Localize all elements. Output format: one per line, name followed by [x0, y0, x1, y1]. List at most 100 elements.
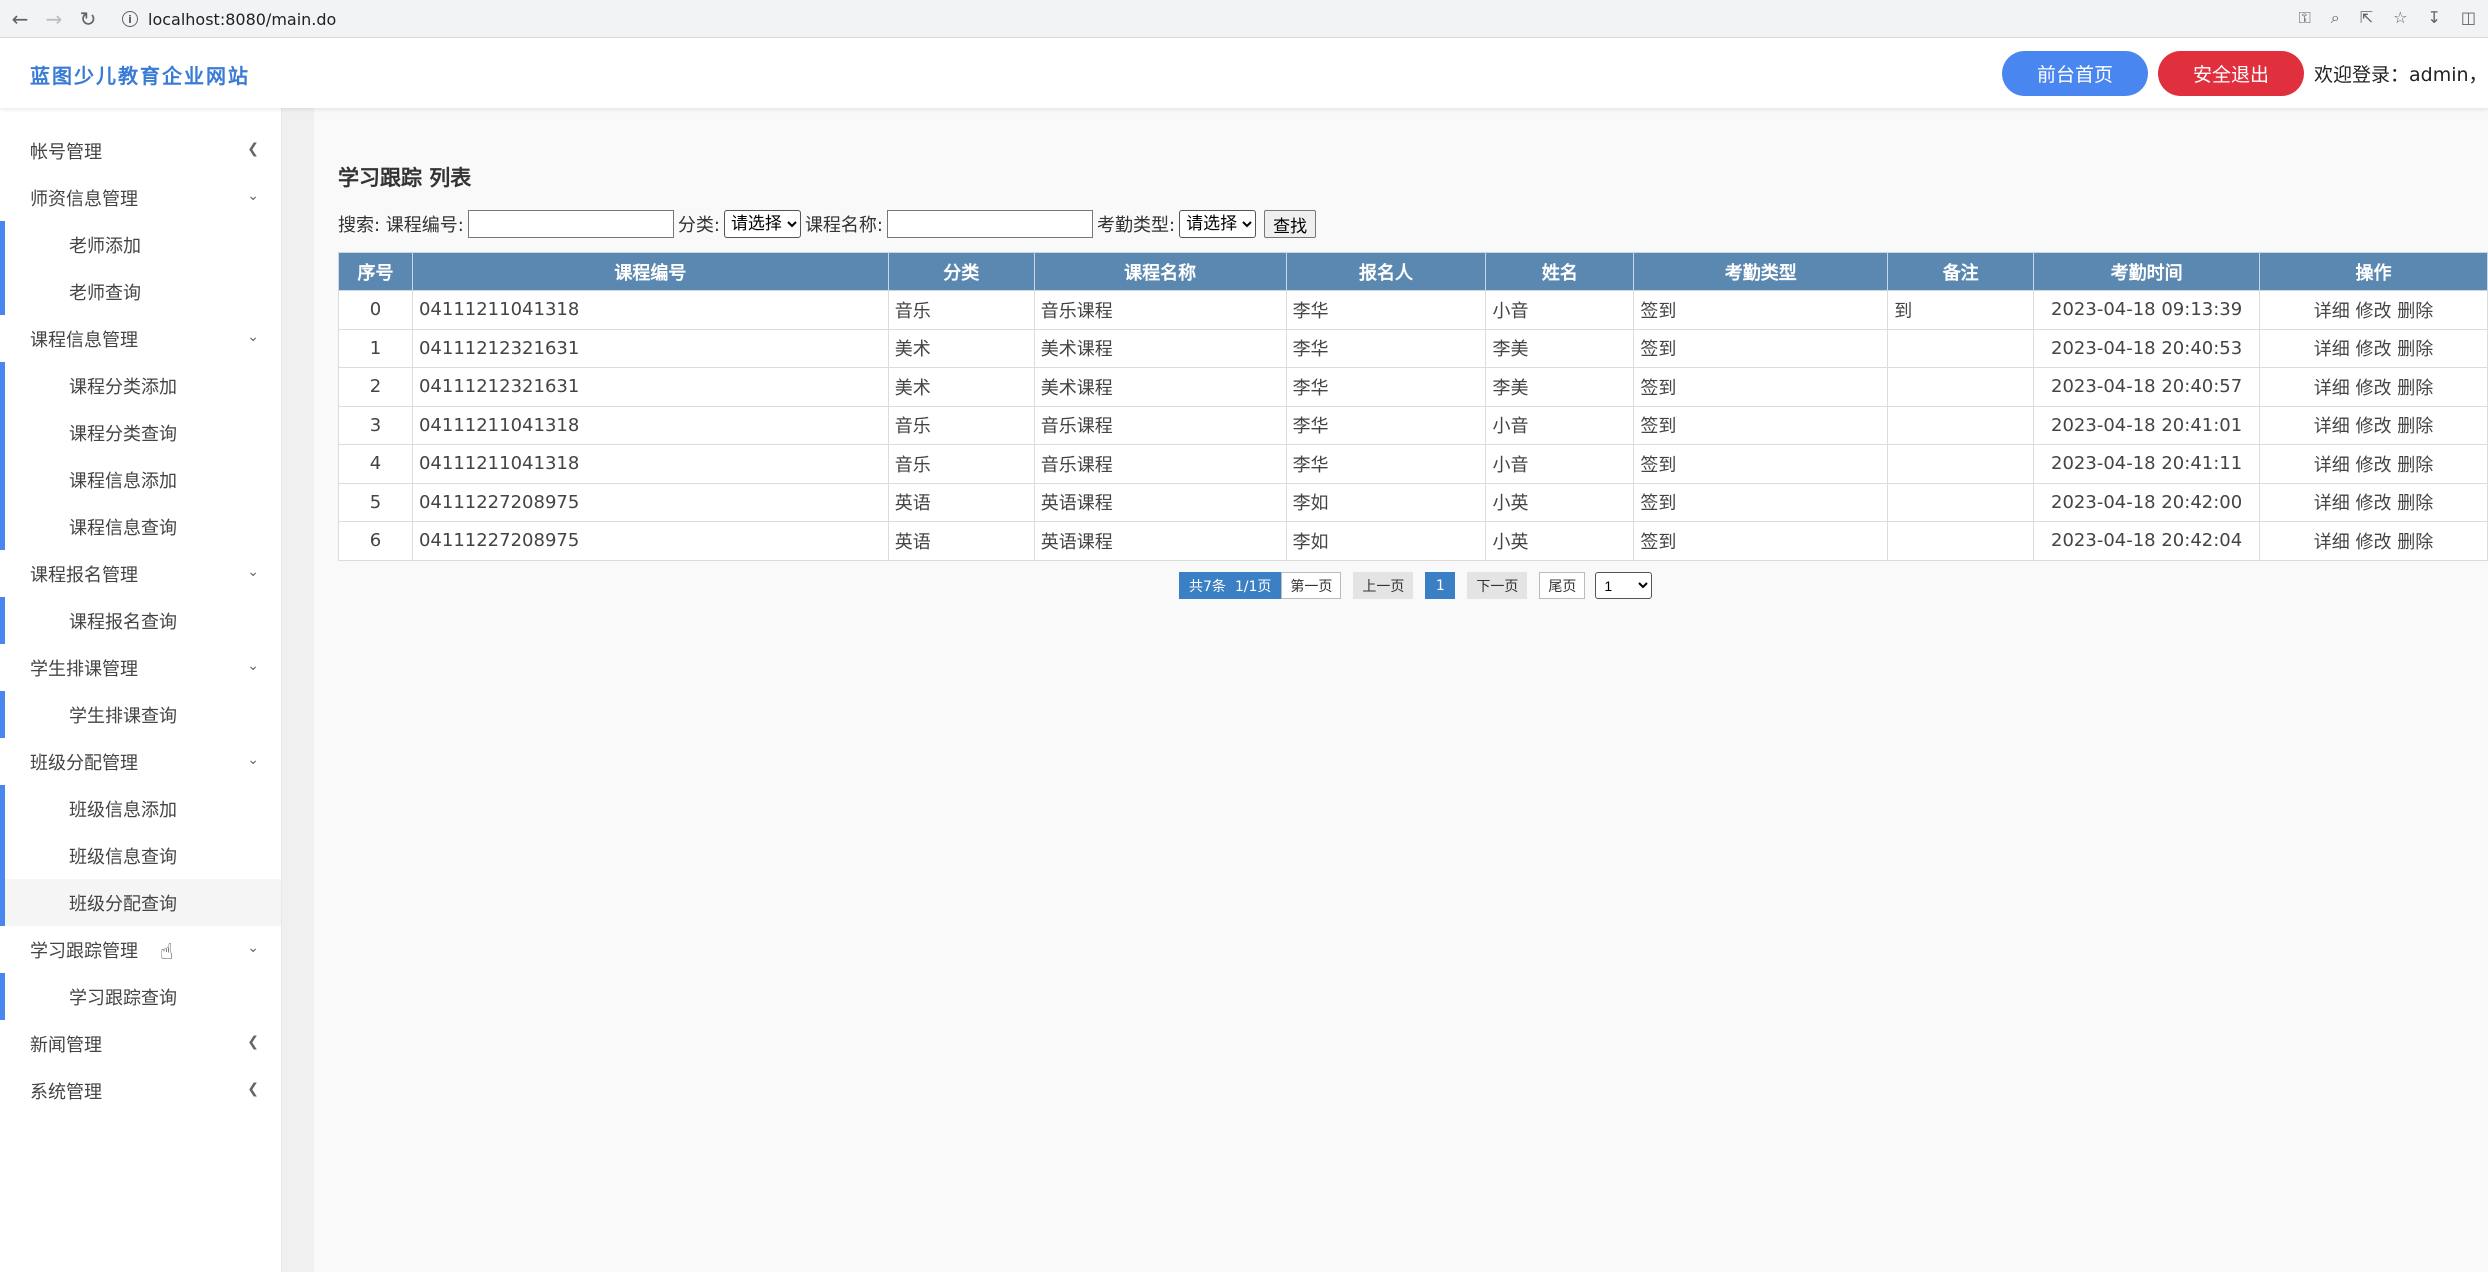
- row-actions[interactable]: 详细 修改 删除: [2259, 328, 2488, 368]
- sidebar-item-schedule[interactable]: 学生排课管理 ⌄: [0, 644, 281, 691]
- chevron-down-icon: ⌄: [247, 940, 259, 956]
- sidebar-item-label: 学习跟踪查询: [69, 987, 177, 1009]
- site-header: 蓝图少儿教育企业网站 前台首页 安全退出 欢迎登录：admin，管: [0, 38, 2488, 108]
- url-text: localhost:8080/main.do: [148, 9, 337, 29]
- sidebar-subitem-course-cat-add[interactable]: 课程分类添加: [0, 362, 281, 409]
- sidebar-item-label: 课程报名管理: [30, 564, 138, 586]
- cell-remark: 到: [1887, 290, 2035, 330]
- course-name-input[interactable]: [887, 210, 1094, 238]
- search-code-label: 搜索: 课程编号:: [338, 215, 464, 236]
- pagination: 共7条 1/1页 第一页 上一页 1 下一页 尾页 1: [1179, 572, 1653, 599]
- sidebar-item-news[interactable]: 新闻管理 ❮: [0, 1020, 281, 1067]
- sidebar-subitem-teacher-query[interactable]: 老师查询: [0, 268, 281, 315]
- address-bar[interactable]: i localhost:8080/main.do: [108, 4, 2420, 34]
- cell-time: 2023-04-18 09:13:39: [2033, 290, 2261, 330]
- row-actions[interactable]: 详细 修改 删除: [2259, 521, 2488, 561]
- site-info-icon[interactable]: i: [122, 11, 138, 27]
- cell-remark: [1887, 521, 2035, 561]
- col-category: 分类: [887, 252, 1035, 291]
- pager-page-select[interactable]: 1: [1595, 572, 1653, 599]
- table-row: 2 04111212321631 美术 美术课程 李华 李美 签到 2023-0…: [338, 367, 2488, 407]
- cell-code: 04111212321631: [411, 367, 889, 407]
- course-code-input[interactable]: [467, 210, 674, 238]
- pager-current-page[interactable]: 1: [1425, 572, 1456, 599]
- row-actions[interactable]: 详细 修改 删除: [2259, 290, 2488, 330]
- cell-name: 李美: [1485, 367, 1635, 407]
- cell-code: 04111212321631: [411, 328, 889, 368]
- table-row: 6 04111227208975 英语 英语课程 李如 小英 签到 2023-0…: [338, 521, 2488, 561]
- sidebar-subitem-course-cat-query[interactable]: 课程分类查询: [0, 409, 281, 456]
- site-title: 蓝图少儿教育企业网站: [30, 64, 250, 88]
- sidebar-item-signup[interactable]: 课程报名管理 ⌄: [0, 550, 281, 597]
- sidebar-subitem-teacher-add[interactable]: 老师添加: [0, 221, 281, 268]
- row-actions[interactable]: 详细 修改 删除: [2259, 367, 2488, 407]
- cell-applicant: 李如: [1285, 521, 1487, 561]
- download-icon[interactable]: ↧: [2427, 8, 2440, 28]
- sidebar-item-label: 师资信息管理: [30, 188, 138, 210]
- col-code: 课程编号: [411, 252, 889, 291]
- cell-time: 2023-04-18 20:41:11: [2033, 444, 2261, 484]
- forward-icon[interactable]: →: [40, 5, 68, 33]
- zoom-icon[interactable]: ⌕: [2331, 8, 2340, 28]
- cell-category: 音乐: [887, 290, 1035, 330]
- cell-category: 美术: [887, 367, 1035, 407]
- cell-no: 1: [338, 328, 413, 368]
- pager-total: 共7条 1/1页: [1179, 572, 1282, 599]
- attendance-select[interactable]: 请选择: [1179, 210, 1257, 238]
- pager-first-button[interactable]: 第一页: [1281, 572, 1342, 599]
- sidebar-item-label: 班级信息添加: [69, 799, 177, 821]
- sidebar-item-system[interactable]: 系统管理 ❮: [0, 1067, 281, 1114]
- sidepanel-icon[interactable]: ◫: [2461, 8, 2476, 28]
- category-select[interactable]: 请选择: [723, 210, 801, 238]
- sidebar-item-label: 课程信息添加: [69, 470, 177, 492]
- cell-course-name: 音乐课程: [1033, 405, 1287, 445]
- sidebar-item-label: 课程信息管理: [30, 329, 138, 351]
- reload-icon[interactable]: ↻: [74, 5, 102, 33]
- logout-button[interactable]: 安全退出: [2158, 51, 2304, 96]
- pager-total-text: 共7条: [1189, 578, 1226, 595]
- sidebar-item-label: 学习跟踪管理: [30, 940, 138, 962]
- row-actions[interactable]: 详细 修改 删除: [2259, 482, 2488, 522]
- sidebar-item-label: 班级分配查询: [69, 893, 177, 915]
- pager-page-info: 1/1页: [1234, 578, 1272, 595]
- pager-last-button[interactable]: 尾页: [1539, 572, 1586, 599]
- sidebar-item-label: 老师添加: [69, 235, 141, 257]
- pager-next-button[interactable]: 下一页: [1467, 572, 1528, 599]
- cell-attendance: 签到: [1633, 405, 1889, 445]
- sidebar-item-class[interactable]: 班级分配管理 ⌄: [0, 738, 281, 785]
- tracking-table: 序号 课程编号 分类 课程名称 报名人 姓名 考勤类型 备注 考勤时间 操作 0…: [338, 252, 2488, 561]
- chevron-down-icon: ⌄: [247, 658, 259, 674]
- home-button[interactable]: 前台首页: [2002, 51, 2148, 96]
- main-content: 学习跟踪 列表 搜索: 课程编号: 分类: 请选择 课程名称: 考勤类型: 请选…: [314, 108, 2488, 1272]
- table-row: 1 04111212321631 美术 美术课程 李华 李美 签到 2023-0…: [338, 328, 2488, 368]
- cell-applicant: 李如: [1285, 482, 1487, 522]
- sidebar-subitem-course-info-add[interactable]: 课程信息添加: [0, 456, 281, 503]
- pager-prev-button[interactable]: 上一页: [1353, 572, 1414, 599]
- sidebar-subitem-signup-query[interactable]: 课程报名查询: [0, 597, 281, 644]
- row-actions[interactable]: 详细 修改 删除: [2259, 444, 2488, 484]
- cell-remark: [1887, 328, 2035, 368]
- share-icon[interactable]: ⇱: [2360, 8, 2373, 28]
- table-row: 3 04111211041318 音乐 音乐课程 李华 小音 签到 2023-0…: [338, 405, 2488, 445]
- search-button[interactable]: 查找: [1264, 210, 1317, 238]
- chevron-left-icon: ❮: [247, 1034, 259, 1050]
- sidebar-item-label: 学生排课管理: [30, 658, 138, 680]
- row-actions[interactable]: 详细 修改 删除: [2259, 405, 2488, 445]
- sidebar-item-track[interactable]: 学习跟踪管理 ⌄: [0, 926, 281, 973]
- sidebar-item-account[interactable]: 帐号管理 ❮: [0, 127, 281, 174]
- cell-name: 李美: [1485, 328, 1635, 368]
- chevron-down-icon: ⌄: [247, 752, 259, 768]
- key-icon[interactable]: ⚿: [2299, 8, 2311, 28]
- sidebar-subitem-class-assign-query[interactable]: 班级分配查询: [0, 879, 281, 926]
- sidebar-subitem-class-info-add[interactable]: 班级信息添加: [0, 785, 281, 832]
- sidebar-item-course[interactable]: 课程信息管理 ⌄: [0, 315, 281, 362]
- star-icon[interactable]: ☆: [2393, 8, 2407, 28]
- sidebar-subitem-schedule-query[interactable]: 学生排课查询: [0, 691, 281, 738]
- back-icon[interactable]: ←: [6, 5, 34, 33]
- sidebar-item-teacher[interactable]: 师资信息管理 ⌄: [0, 174, 281, 221]
- sidebar-subitem-class-info-query[interactable]: 班级信息查询: [0, 832, 281, 879]
- cell-applicant: 李华: [1285, 444, 1487, 484]
- sidebar-subitem-course-info-query[interactable]: 课程信息查询: [0, 503, 281, 550]
- cell-course-name: 英语课程: [1033, 482, 1287, 522]
- sidebar-subitem-track-query[interactable]: 学习跟踪查询: [0, 973, 281, 1020]
